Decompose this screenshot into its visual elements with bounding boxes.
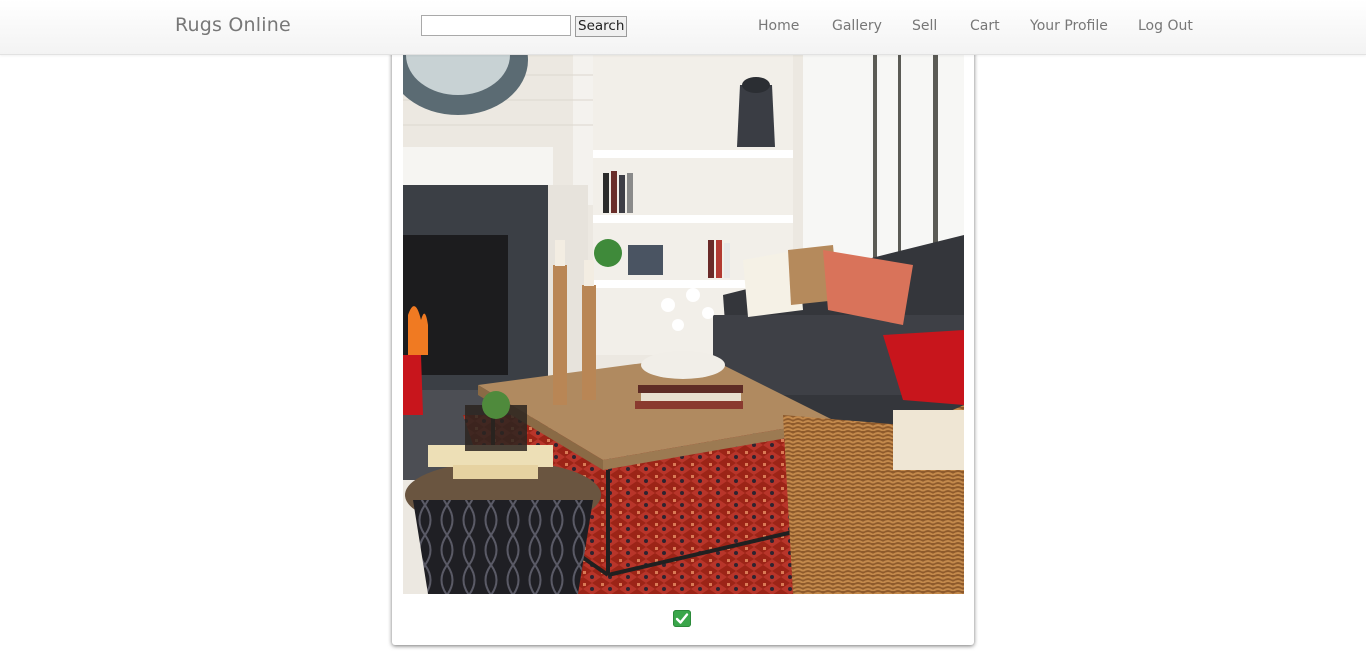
nav-sell-link[interactable]: Sell: [912, 18, 937, 34]
rug-card: [392, 40, 974, 645]
nav-menu: Home Gallery Sell Cart Your Profile Log …: [0, 18, 1366, 38]
living-room-illustration: [403, 55, 964, 594]
nav-cart-link[interactable]: Cart: [970, 18, 1000, 34]
living-room-photo[interactable]: [403, 55, 964, 594]
check-mark-icon[interactable]: [673, 610, 691, 627]
top-navbar: Rugs Online Search Home Gallery Sell Car…: [0, 0, 1366, 55]
nav-home-link[interactable]: Home: [758, 18, 799, 34]
nav-gallery-link[interactable]: Gallery: [832, 18, 882, 34]
nav-your-profile-link[interactable]: Your Profile: [1030, 18, 1108, 34]
nav-log-out-link[interactable]: Log Out: [1138, 18, 1193, 34]
